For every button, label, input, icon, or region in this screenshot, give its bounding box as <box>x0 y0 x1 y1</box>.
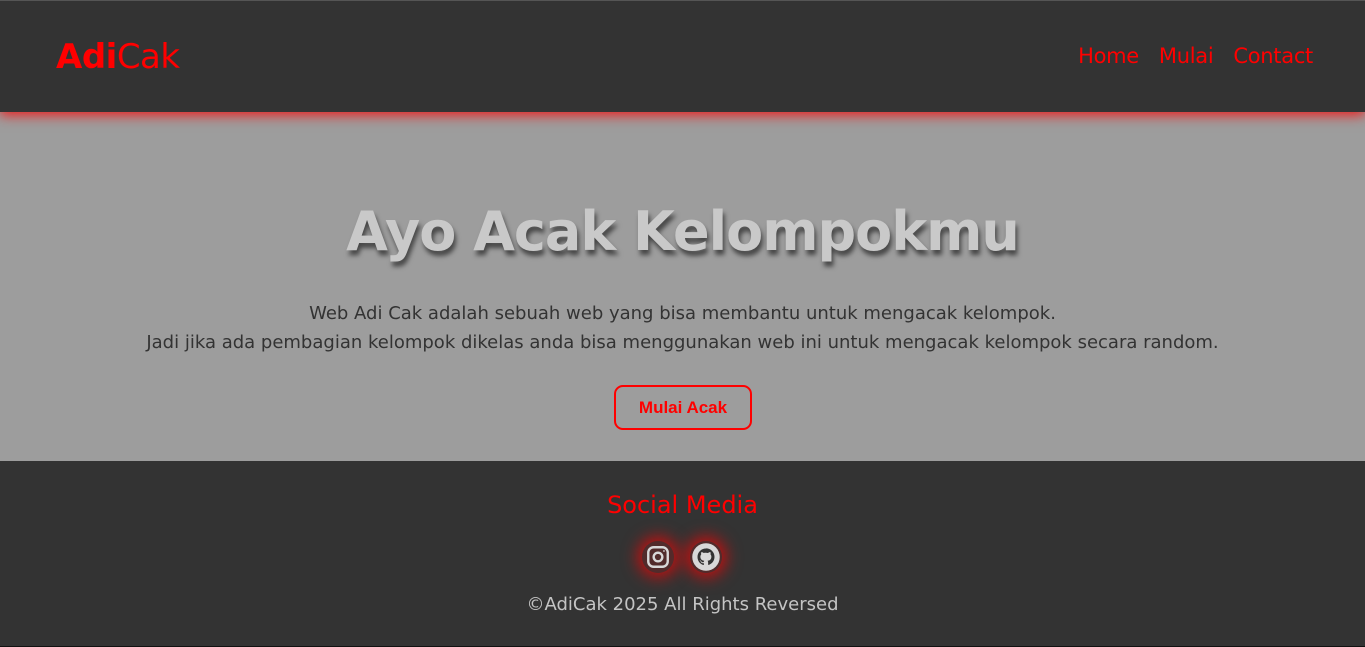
nav-link-home[interactable]: Home <box>1078 44 1139 68</box>
github-icon[interactable] <box>690 541 722 573</box>
brand-part-2: Cak <box>116 37 180 77</box>
brand-part-1: Adi <box>56 37 117 77</box>
mulai-acak-button[interactable]: Mulai Acak <box>614 385 752 430</box>
hero-description-line-2: Jadi jika ada pembagian kelompok dikelas… <box>146 332 1219 353</box>
copyright-text: ©AdiCak 2025 All Rights Reversed <box>526 594 839 615</box>
social-media-heading: Social Media <box>607 491 758 519</box>
social-links <box>642 541 722 573</box>
hero-section: Ayo Acak Kelompokmu Web Adi Cak adalah s… <box>0 112 1365 461</box>
brand-logo[interactable]: AdiCak <box>56 37 180 77</box>
hero-title: Ayo Acak Kelompokmu <box>346 200 1020 263</box>
nav-link-contact[interactable]: Contact <box>1233 44 1313 68</box>
footer: Social Media ©AdiCak 2025 All Rights Rev… <box>0 461 1365 647</box>
navbar: AdiCak Home Mulai Contact <box>0 0 1365 112</box>
hero-description-line-1: Web Adi Cak adalah sebuah web yang bisa … <box>309 303 1056 324</box>
nav-link-mulai[interactable]: Mulai <box>1159 44 1214 68</box>
nav-links: Home Mulai Contact <box>1078 44 1313 68</box>
hero-description: Web Adi Cak adalah sebuah web yang bisa … <box>0 299 1365 357</box>
instagram-icon[interactable] <box>642 541 674 573</box>
